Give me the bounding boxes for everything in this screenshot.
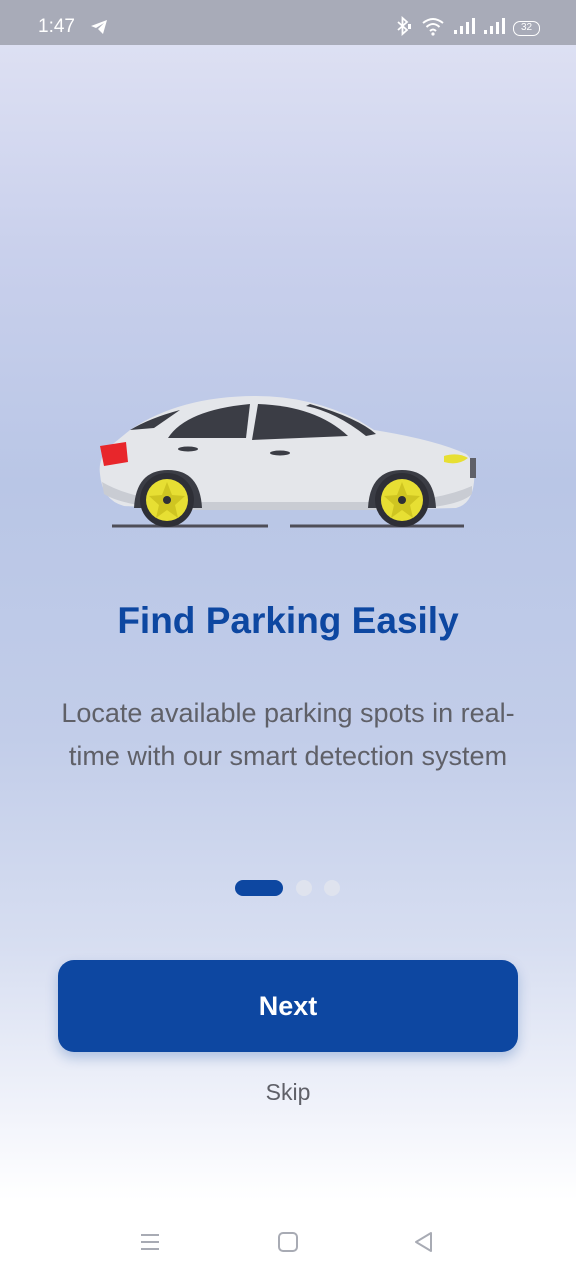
back-icon[interactable] — [402, 1220, 446, 1264]
status-bar: 1:47 32 — [0, 0, 576, 45]
front-wheel — [375, 473, 429, 527]
wifi-icon — [421, 16, 445, 41]
battery-icon: 32 — [513, 20, 540, 36]
next-button[interactable]: Next — [58, 960, 518, 1052]
status-icons: 32 — [393, 15, 540, 41]
status-time: 1:47 — [38, 16, 75, 37]
menu-icon[interactable] — [128, 1220, 172, 1264]
skip-button[interactable]: Skip — [238, 1072, 338, 1112]
page-dot-active[interactable] — [235, 880, 283, 896]
home-icon[interactable] — [266, 1220, 310, 1264]
page-dot[interactable] — [324, 880, 340, 896]
page-indicator — [0, 880, 576, 896]
signal-icon — [483, 17, 505, 40]
page-dot[interactable] — [296, 880, 312, 896]
signal-icon — [453, 17, 475, 40]
telegram-send-icon — [90, 19, 108, 40]
car-illustration — [99, 396, 476, 528]
rear-wheel — [140, 473, 194, 527]
page-description: Locate available parking spots in real-t… — [61, 698, 515, 771]
page-title: Find Parking Easily — [117, 600, 459, 641]
system-nav-bar — [0, 1200, 576, 1280]
bluetooth-icon — [393, 15, 413, 41]
